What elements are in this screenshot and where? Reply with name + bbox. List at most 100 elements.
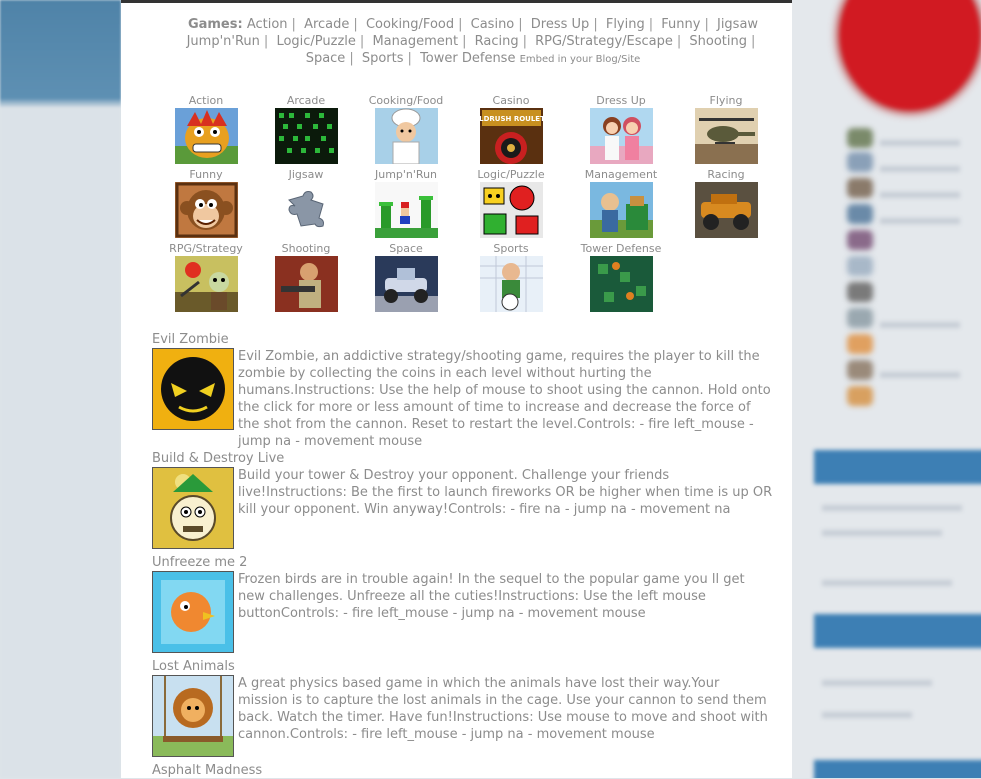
top-border bbox=[121, 0, 792, 3]
nav-separator: | bbox=[353, 17, 358, 32]
tile-label: Sports bbox=[493, 242, 529, 255]
category-tile-casino[interactable]: Casino GOLDRUSH ROULETTE bbox=[456, 95, 566, 164]
tile-label: RPG/Strategy bbox=[169, 242, 243, 255]
sidebar-thumb bbox=[847, 282, 873, 302]
lion-icon[interactable] bbox=[152, 675, 234, 757]
game-entry: Unfreeze me 2 Frozen birds are in troubl… bbox=[152, 555, 792, 653]
nav-link-tower-defense[interactable]: Tower Defense bbox=[420, 51, 515, 66]
category-tile-arcade[interactable]: Arcade bbox=[251, 95, 361, 164]
nav-link-logic-puzzle[interactable]: Logic/Puzzle bbox=[276, 34, 355, 49]
nav-link-funny[interactable]: Funny bbox=[661, 17, 700, 32]
moon-rover-icon[interactable] bbox=[374, 256, 438, 312]
nav-link-rpg[interactable]: RPG/Strategy/Escape bbox=[535, 34, 673, 49]
tile-label: Arcade bbox=[286, 94, 326, 107]
nav-separator: | bbox=[522, 34, 527, 49]
game-entry: Build & Destroy Live Build your tower & … bbox=[152, 451, 792, 549]
game-entry: Asphalt Madness bbox=[152, 763, 792, 779]
tile-label: Tower Defense bbox=[580, 242, 662, 255]
nav-link-jigsaw[interactable]: Jigsaw bbox=[717, 17, 758, 32]
game-title[interactable]: Asphalt Madness bbox=[152, 763, 792, 779]
nav-link-casino[interactable]: Casino bbox=[471, 17, 515, 32]
evil-zombie-icon[interactable] bbox=[152, 348, 234, 430]
nav-link-management[interactable]: Management bbox=[372, 34, 458, 49]
tile-label: Casino bbox=[492, 94, 530, 107]
category-tile-racing[interactable]: Racing bbox=[671, 169, 781, 238]
game-description: Evil Zombie, an addictive strategy/shoot… bbox=[238, 349, 771, 449]
category-tile-sports[interactable]: Sports bbox=[456, 243, 566, 312]
monkey-icon[interactable] bbox=[174, 182, 238, 238]
category-nav: Games: Action | Arcade | Cooking/Food | Cas… bbox=[173, 16, 773, 68]
frozen-bird-icon[interactable] bbox=[152, 571, 234, 653]
nav-link-jumpnrun[interactable]: Jump'n'Run bbox=[187, 34, 260, 49]
tile-label: Logic/Puzzle bbox=[477, 168, 545, 181]
game-title[interactable]: Evil Zombie bbox=[152, 332, 792, 348]
dragon-icon[interactable] bbox=[174, 108, 238, 164]
category-tile-logic-puzzle[interactable]: Logic/Puzzle bbox=[456, 169, 566, 238]
tower-defense-icon[interactable] bbox=[589, 256, 653, 312]
category-tile-action[interactable]: Action bbox=[151, 95, 261, 164]
nav-separator: | bbox=[751, 34, 756, 49]
site-logo bbox=[840, 0, 980, 110]
category-tile-funny[interactable]: Funny bbox=[151, 169, 261, 238]
category-tile-management[interactable]: Management bbox=[566, 169, 676, 238]
roulette-icon[interactable]: GOLDRUSH ROULETTE bbox=[479, 108, 543, 164]
sidebar-thumb bbox=[847, 334, 873, 354]
nav-link-shooting[interactable]: Shooting bbox=[689, 34, 747, 49]
sidebar-thumb bbox=[847, 256, 873, 276]
nav-link-flying[interactable]: Flying bbox=[606, 17, 645, 32]
sidebar-text bbox=[880, 218, 960, 224]
zombie-icon[interactable] bbox=[174, 256, 238, 312]
category-tile-jigsaw[interactable]: Jigsaw bbox=[251, 169, 361, 238]
farmer-icon[interactable] bbox=[589, 182, 653, 238]
page-left-background bbox=[0, 0, 121, 778]
category-tile-cooking[interactable]: Cooking/Food bbox=[351, 95, 461, 164]
category-tile-dress-up[interactable]: Dress Up bbox=[566, 95, 676, 164]
sidebar-text bbox=[822, 712, 912, 718]
truck-icon[interactable] bbox=[694, 182, 758, 238]
nav-link-sports[interactable]: Sports bbox=[362, 51, 404, 66]
roulette-title-art: GOLDRUSH ROULETTE bbox=[480, 115, 543, 123]
nav-separator: | bbox=[349, 51, 354, 66]
couple-icon[interactable] bbox=[589, 108, 653, 164]
game-entry: Evil Zombie Evil Zombie, an addictive st… bbox=[152, 332, 792, 450]
sidebar-thumb bbox=[847, 230, 873, 250]
nav-link-arcade[interactable]: Arcade bbox=[304, 17, 349, 32]
sidebar-section-header bbox=[814, 760, 981, 778]
puzzle-blocks-icon[interactable] bbox=[479, 182, 543, 238]
build-destroy-icon[interactable] bbox=[152, 467, 234, 549]
nav-separator: | bbox=[407, 51, 412, 66]
right-sidebar-blurred bbox=[792, 0, 981, 778]
helicopter-icon[interactable] bbox=[694, 108, 758, 164]
sidebar-thumb bbox=[847, 152, 873, 172]
category-tile-shooting[interactable]: Shooting bbox=[251, 243, 361, 312]
tile-label: Cooking/Food bbox=[368, 94, 444, 107]
nav-separator: | bbox=[359, 34, 365, 49]
embed-link[interactable]: Embed in your Blog/Site bbox=[520, 54, 641, 65]
gunman-icon[interactable] bbox=[274, 256, 338, 312]
nav-link-space[interactable]: Space bbox=[306, 51, 346, 66]
nav-link-racing[interactable]: Racing bbox=[475, 34, 519, 49]
nav-link-dress-up[interactable]: Dress Up bbox=[531, 17, 590, 32]
puzzle-piece-icon[interactable] bbox=[274, 182, 338, 238]
arcade-grid-icon[interactable] bbox=[274, 108, 338, 164]
sidebar-thumb bbox=[847, 360, 873, 380]
category-tile-jumpnrun[interactable]: Jump'n'Run bbox=[351, 169, 461, 238]
category-tile-rpg-strategy[interactable]: RPG/Strategy bbox=[151, 243, 261, 312]
chef-icon[interactable] bbox=[374, 108, 438, 164]
mario-icon[interactable] bbox=[374, 182, 438, 238]
category-tile-flying[interactable]: Flying bbox=[671, 95, 781, 164]
category-tile-space[interactable]: Space bbox=[351, 243, 461, 312]
sidebar-text bbox=[822, 580, 952, 586]
nav-link-action[interactable]: Action bbox=[247, 17, 288, 32]
tile-label: Management bbox=[584, 168, 658, 181]
sidebar-text bbox=[880, 140, 960, 146]
game-title[interactable]: Lost Animals bbox=[152, 659, 792, 675]
nav-separator: | bbox=[676, 34, 682, 49]
game-title[interactable]: Unfreeze me 2 bbox=[152, 555, 792, 571]
sidebar-thumb bbox=[847, 204, 873, 224]
tile-label: Jump'n'Run bbox=[374, 168, 438, 181]
nav-link-cooking[interactable]: Cooking/Food bbox=[366, 17, 454, 32]
game-title[interactable]: Build & Destroy Live bbox=[152, 451, 792, 467]
soccer-player-icon[interactable] bbox=[479, 256, 543, 312]
category-tile-tower-defense[interactable]: Tower Defense bbox=[566, 243, 676, 312]
